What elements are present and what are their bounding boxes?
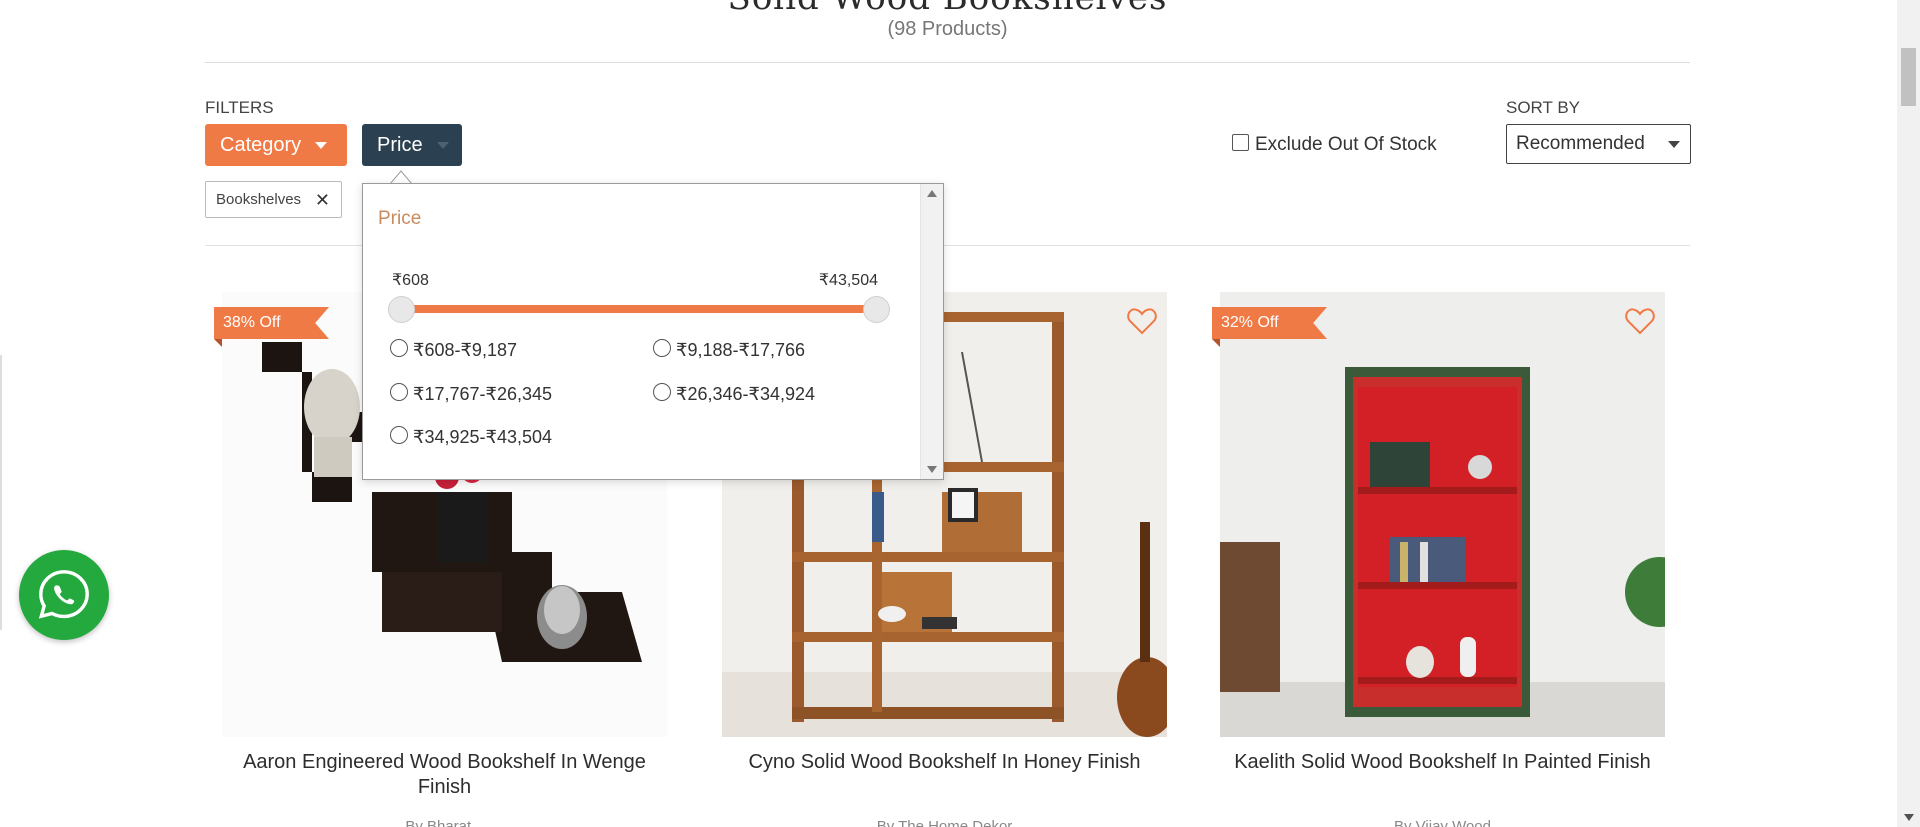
price-filter-button[interactable]: Price xyxy=(362,124,462,166)
scrollbar-thumb[interactable] xyxy=(1901,48,1916,106)
discount-badge: 38% Off xyxy=(214,307,329,339)
price-option-label: ₹26,346-₹34,924 xyxy=(676,384,816,404)
badge-fold xyxy=(214,339,222,347)
price-max-handle[interactable] xyxy=(863,296,890,323)
price-max-label: ₹43,504 xyxy=(818,272,878,289)
exclude-out-of-stock[interactable]: Exclude Out Of Stock xyxy=(1232,133,1437,156)
edge-divider xyxy=(0,355,2,630)
exclude-out-of-stock-checkbox[interactable] xyxy=(1232,133,1249,151)
badge-fold xyxy=(1212,339,1220,347)
product-brand[interactable]: By Bharat... xyxy=(222,818,667,827)
price-min-label: ₹608 xyxy=(392,272,429,289)
price-option-label: ₹34,925-₹43,504 xyxy=(413,427,553,447)
filters-label: FILTERS xyxy=(205,98,274,117)
heart-icon[interactable] xyxy=(1127,307,1157,335)
price-option[interactable]: ₹26,346-₹34,924 xyxy=(653,382,816,405)
price-dropdown: Price ₹608 ₹43,504 ₹608-₹9,187 ₹9,188-₹1… xyxy=(362,183,944,480)
radio-button[interactable] xyxy=(653,382,671,401)
dropdown-pointer xyxy=(390,170,412,184)
sort-selected-value: Recommended xyxy=(1516,133,1645,154)
product-title[interactable]: Kaelith Solid Wood Bookshelf In Painted … xyxy=(1220,750,1665,775)
product-brand[interactable]: By The Home Dekor xyxy=(722,818,1167,827)
scroll-down-icon[interactable] xyxy=(1904,814,1914,821)
price-option[interactable]: ₹17,767-₹26,345 xyxy=(390,382,553,405)
close-icon[interactable]: ✕ xyxy=(315,190,330,211)
applied-filter-label: Bookshelves xyxy=(216,191,302,208)
radio-button[interactable] xyxy=(390,382,408,401)
radio-button[interactable] xyxy=(653,338,671,357)
category-filter-label: Category xyxy=(220,133,302,156)
price-option[interactable]: ₹608-₹9,187 xyxy=(390,338,517,361)
whatsapp-button[interactable] xyxy=(19,550,109,640)
product-count: (98 Products) xyxy=(887,18,1008,40)
price-option[interactable]: ₹34,925-₹43,504 xyxy=(390,425,553,448)
discount-badge: 32% Off xyxy=(1212,307,1327,339)
caret-down-icon xyxy=(436,141,449,149)
price-range-track[interactable] xyxy=(400,305,872,313)
sort-select[interactable]: Recommended xyxy=(1506,124,1691,164)
product-title[interactable]: Aaron Engineered Wood Bookshelf In Wenge… xyxy=(222,750,667,800)
caret-down-icon xyxy=(1668,141,1680,148)
whatsapp-icon xyxy=(38,570,89,619)
scroll-down-icon[interactable] xyxy=(927,466,937,473)
product-image[interactable] xyxy=(1220,292,1665,737)
sort-label: SORT BY xyxy=(1506,98,1581,117)
radio-button[interactable] xyxy=(390,425,408,444)
price-option-label: ₹9,188-₹17,766 xyxy=(676,340,805,360)
radio-button[interactable] xyxy=(390,338,408,357)
page-scrollbar[interactable] xyxy=(1897,0,1920,827)
exclude-out-of-stock-label: Exclude Out Of Stock xyxy=(1255,134,1437,155)
price-option-label: ₹17,767-₹26,345 xyxy=(413,384,553,404)
price-option-label: ₹608-₹9,187 xyxy=(413,340,517,360)
price-min-handle[interactable] xyxy=(388,296,415,323)
heart-icon[interactable] xyxy=(1625,307,1655,335)
price-filter-label: Price xyxy=(377,133,423,156)
scroll-up-icon[interactable] xyxy=(927,190,937,197)
dropdown-scrollbar[interactable] xyxy=(920,184,943,479)
divider xyxy=(205,62,1690,63)
applied-filter-chip: Bookshelves ✕ xyxy=(205,181,342,218)
product-title[interactable]: Cyno Solid Wood Bookshelf In Honey Finis… xyxy=(722,750,1167,775)
caret-down-icon xyxy=(315,141,328,149)
product-brand[interactable]: By Vijay Wood xyxy=(1220,818,1665,827)
page-title: Solid Wood Bookshelves xyxy=(205,0,1690,18)
price-option[interactable]: ₹9,188-₹17,766 xyxy=(653,338,805,361)
category-filter-button[interactable]: Category xyxy=(205,124,347,166)
price-dropdown-title: Price xyxy=(378,208,422,229)
